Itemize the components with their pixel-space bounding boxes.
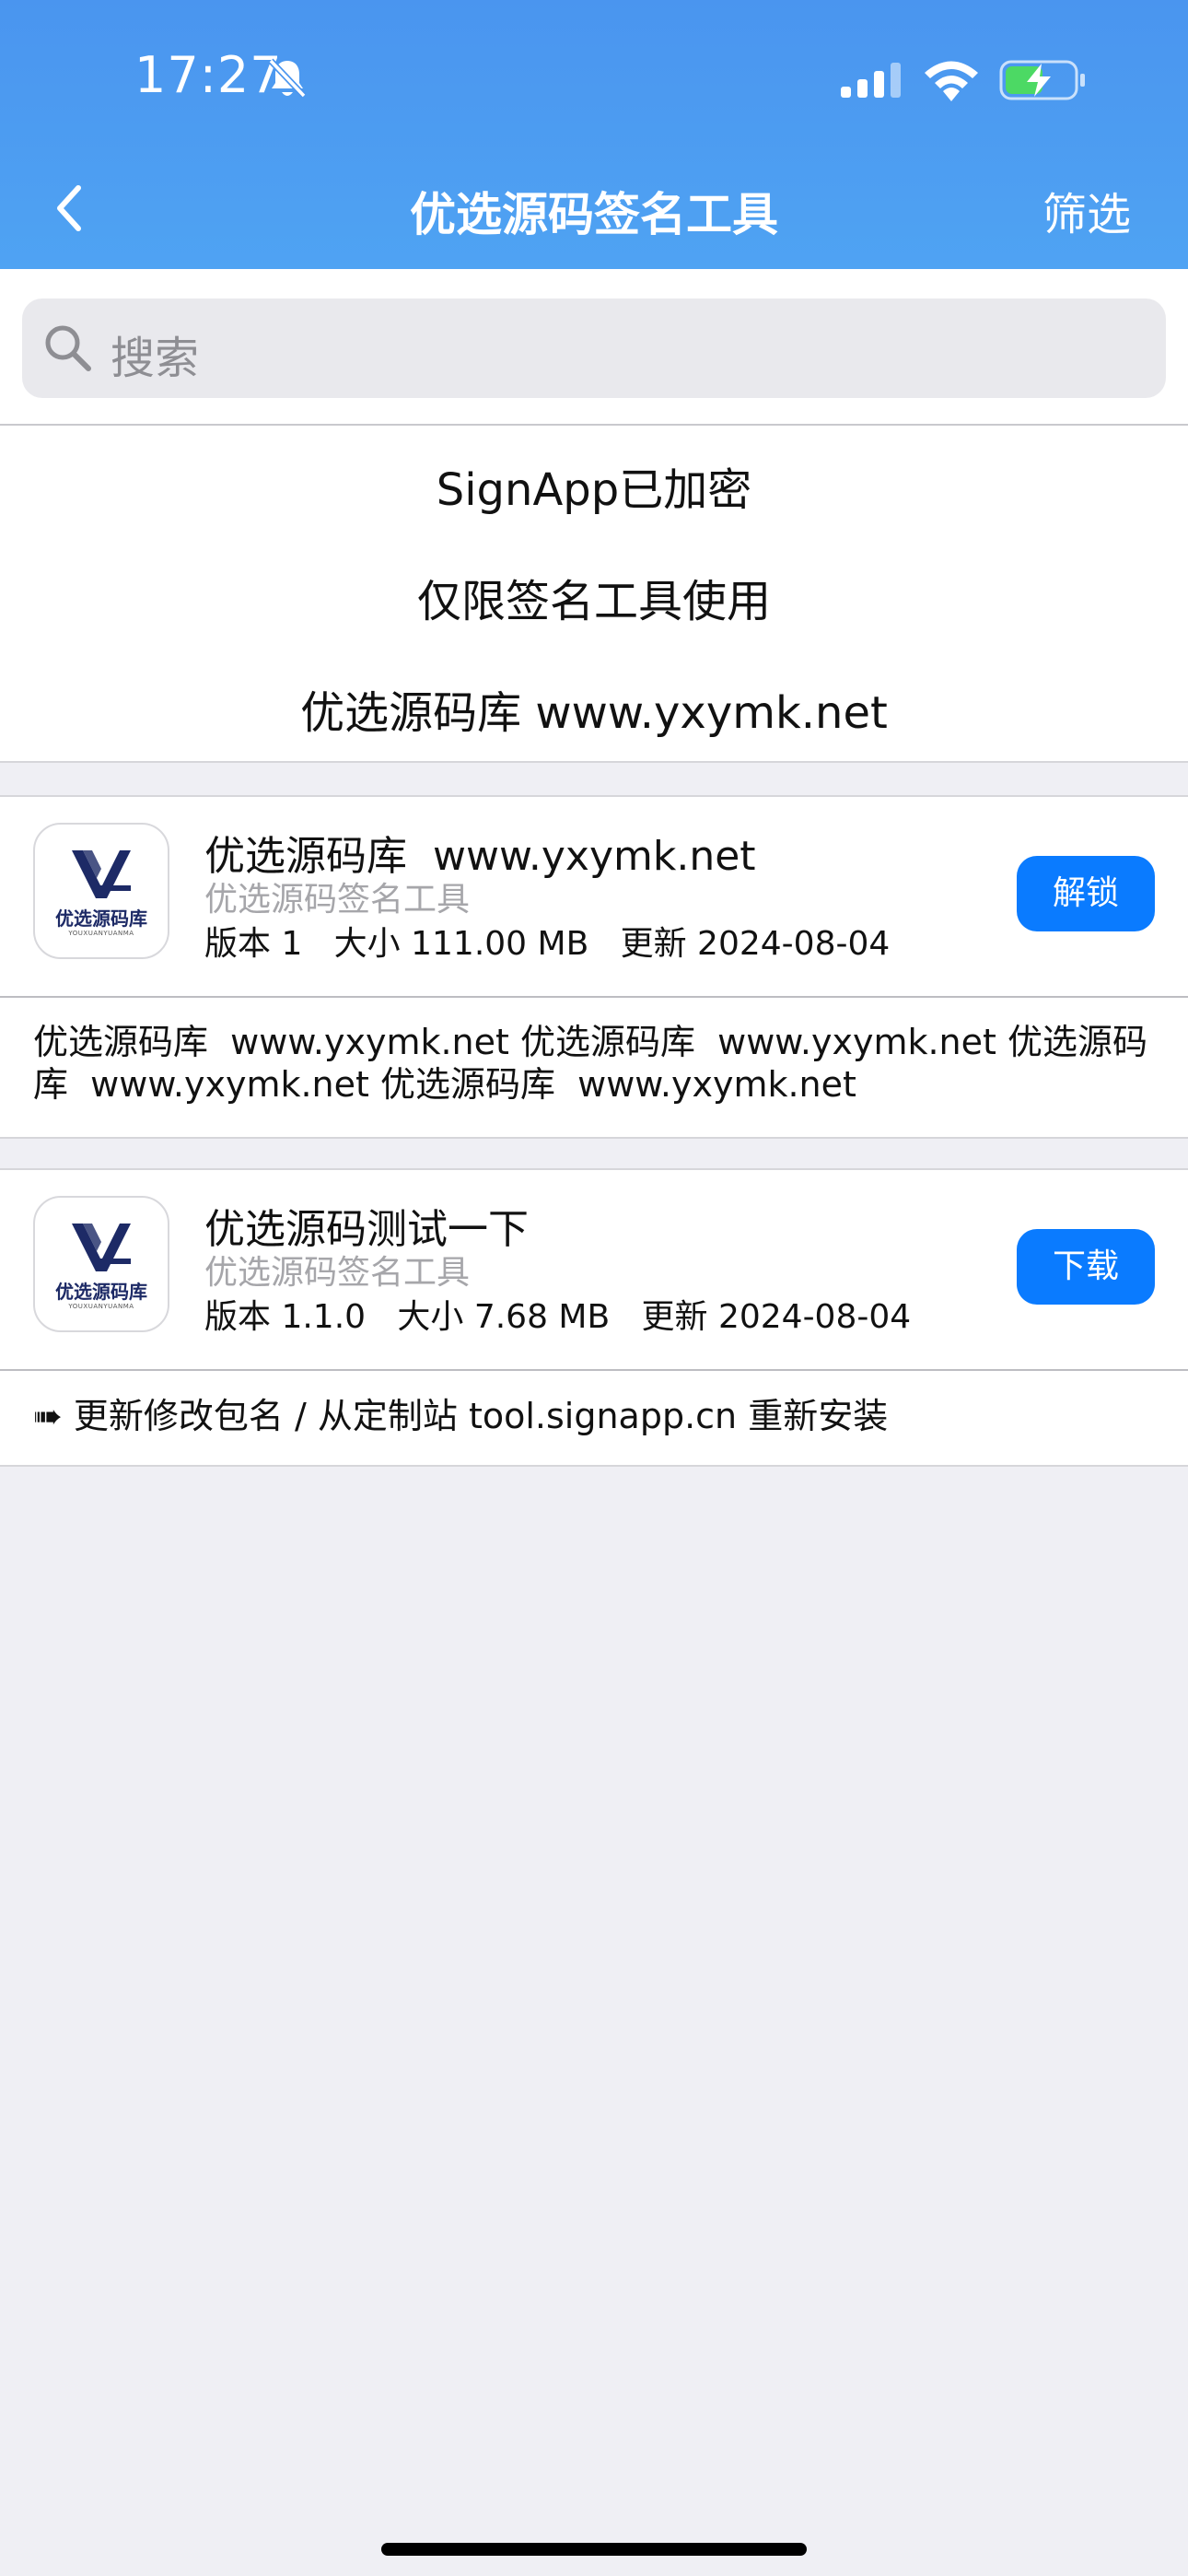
encryption-notice: SignApp已加密 仅限签名工具使用 优选源码库 www.yxymk.net [0, 424, 1188, 763]
app-meta: 版本 1 大小 111.00 MB 更新 2024-08-04 [204, 925, 891, 963]
search-input[interactable]: 搜索 [22, 299, 1166, 398]
home-indicator[interactable] [381, 2543, 807, 2556]
app-card: 优选源码库 YOUXUANYUANMA 优选源码测试一下 优选源码签名工具 版本… [0, 1168, 1188, 1467]
app-description: 优选源码库 www.yxymk.net 优选源码库 www.yxymk.net … [33, 1022, 1147, 1105]
wifi-icon [925, 61, 978, 101]
search-area: 搜索 [0, 269, 1188, 424]
logo-icon [72, 1224, 131, 1271]
app-icon: 优选源码库 YOUXUANYUANMA [33, 823, 169, 959]
download-button[interactable]: 下载 [1017, 1229, 1155, 1305]
search-placeholder: 搜索 [111, 333, 200, 384]
notice-line-1: SignApp已加密 [436, 464, 752, 516]
notice-line-2: 仅限签名工具使用 [416, 576, 771, 627]
app-icon-label: 优选源码库 [55, 907, 147, 930]
app-row[interactable]: 优选源码库 YOUXUANYUANMA 优选源码库 www.yxymk.net … [0, 797, 1188, 998]
app-icon-sublabel: YOUXUANYUANMA [68, 1303, 134, 1310]
bell-slash-icon [268, 58, 307, 99]
app-card: 优选源码库 YOUXUANYUANMA 优选源码库 www.yxymk.net … [0, 795, 1188, 1139]
battery-charging-icon [999, 60, 1085, 100]
filter-button[interactable]: 筛选 [1022, 178, 1151, 242]
app-meta: 版本 1.1.0 大小 7.68 MB 更新 2024-08-04 [204, 1298, 912, 1336]
status-time: 17:27 [134, 46, 283, 104]
unlock-button[interactable]: 解锁 [1017, 856, 1155, 931]
app-subtitle: 优选源码签名工具 [204, 1254, 471, 1292]
app-description: ➠ 更新修改包名 / 从定制站 tool.signapp.cn 重新安装 [33, 1396, 889, 1436]
notice-line-3: 优选源码库 www.yxymk.net [300, 687, 888, 739]
app-icon-label: 优选源码库 [55, 1281, 147, 1303]
page-title: 优选源码签名工具 [410, 188, 778, 241]
cellular-signal-icon [841, 63, 901, 98]
app-subtitle: 优选源码签名工具 [204, 881, 471, 919]
search-icon [45, 325, 91, 371]
app-icon: 优选源码库 YOUXUANYUANMA [33, 1196, 169, 1332]
app-row[interactable]: 优选源码库 YOUXUANYUANMA 优选源码测试一下 优选源码签名工具 版本… [0, 1170, 1188, 1371]
header: 17:27 优选源码签名工具 筛选 [0, 0, 1188, 269]
app-icon-sublabel: YOUXUANYUANMA [68, 930, 134, 937]
logo-icon [72, 850, 131, 898]
